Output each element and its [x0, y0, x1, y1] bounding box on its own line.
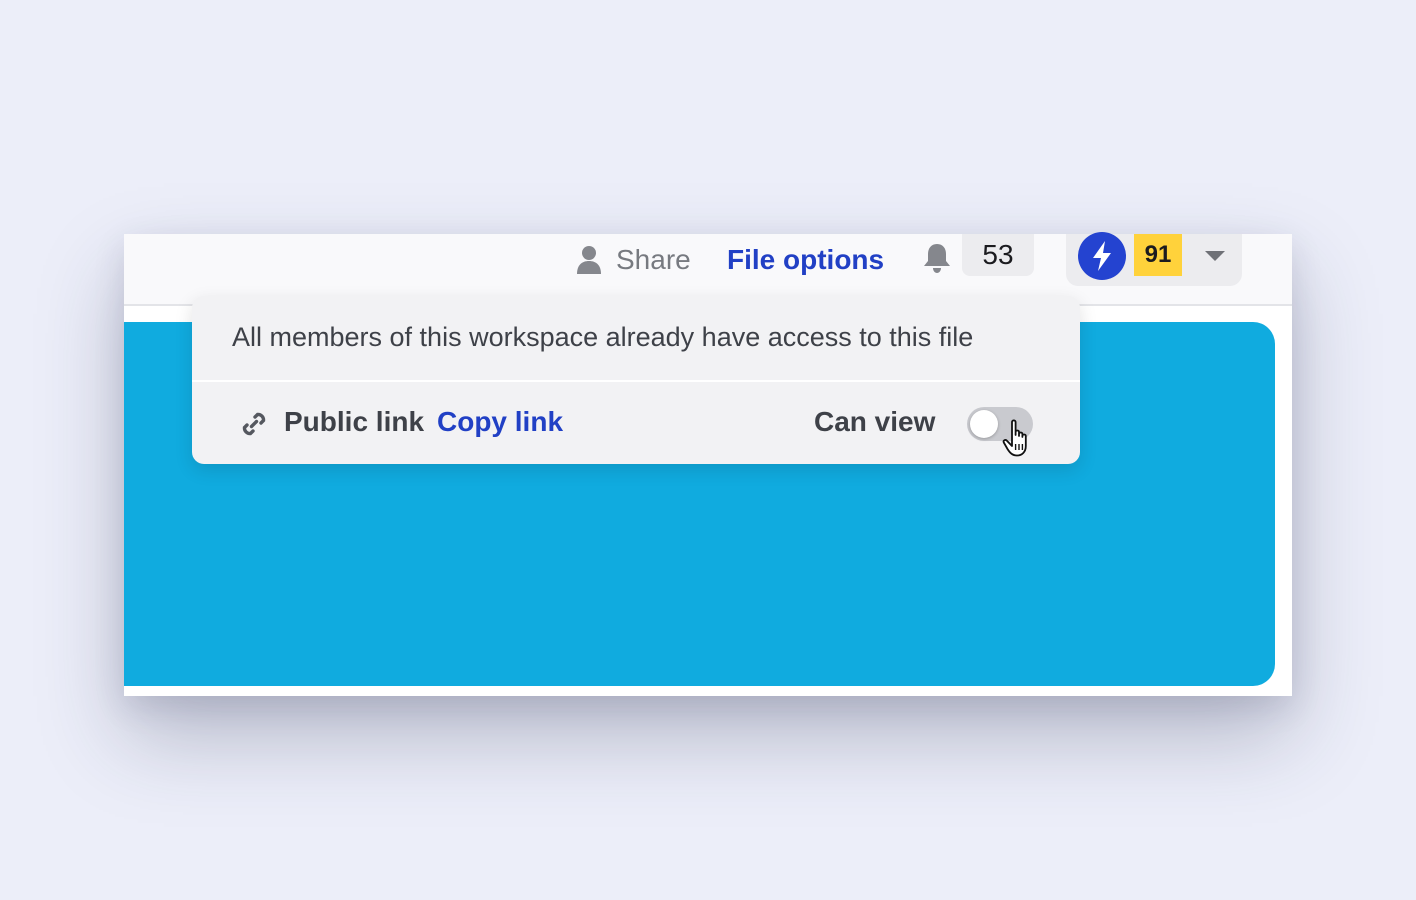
- share-popover: All members of this workspace already ha…: [192, 296, 1080, 464]
- account-menu[interactable]: 91: [1066, 232, 1242, 286]
- link-icon: [238, 408, 270, 440]
- bell-icon: [922, 242, 952, 279]
- notification-count: 53: [962, 234, 1034, 276]
- copy-link-button[interactable]: Copy link: [437, 406, 563, 438]
- public-link-toggle[interactable]: [967, 407, 1033, 441]
- user-icon: [576, 245, 602, 275]
- score-badge: 91: [1134, 234, 1182, 276]
- notifications-button[interactable]: [920, 240, 954, 280]
- share-label: Share: [616, 244, 691, 275]
- lightning-bolt-icon[interactable]: [1078, 232, 1126, 280]
- screen: Share File options 53 91 All members of …: [0, 0, 1416, 900]
- file-options-button[interactable]: File options: [727, 238, 884, 282]
- access-message: All members of this workspace already ha…: [232, 322, 974, 352]
- permission-label: Can view: [814, 406, 936, 437]
- public-link-label: Public link: [284, 406, 425, 437]
- share-button[interactable]: Share: [576, 238, 691, 282]
- toggle-knob: [970, 410, 998, 438]
- divider: [192, 380, 1080, 382]
- caret-down-icon[interactable]: [1202, 246, 1228, 266]
